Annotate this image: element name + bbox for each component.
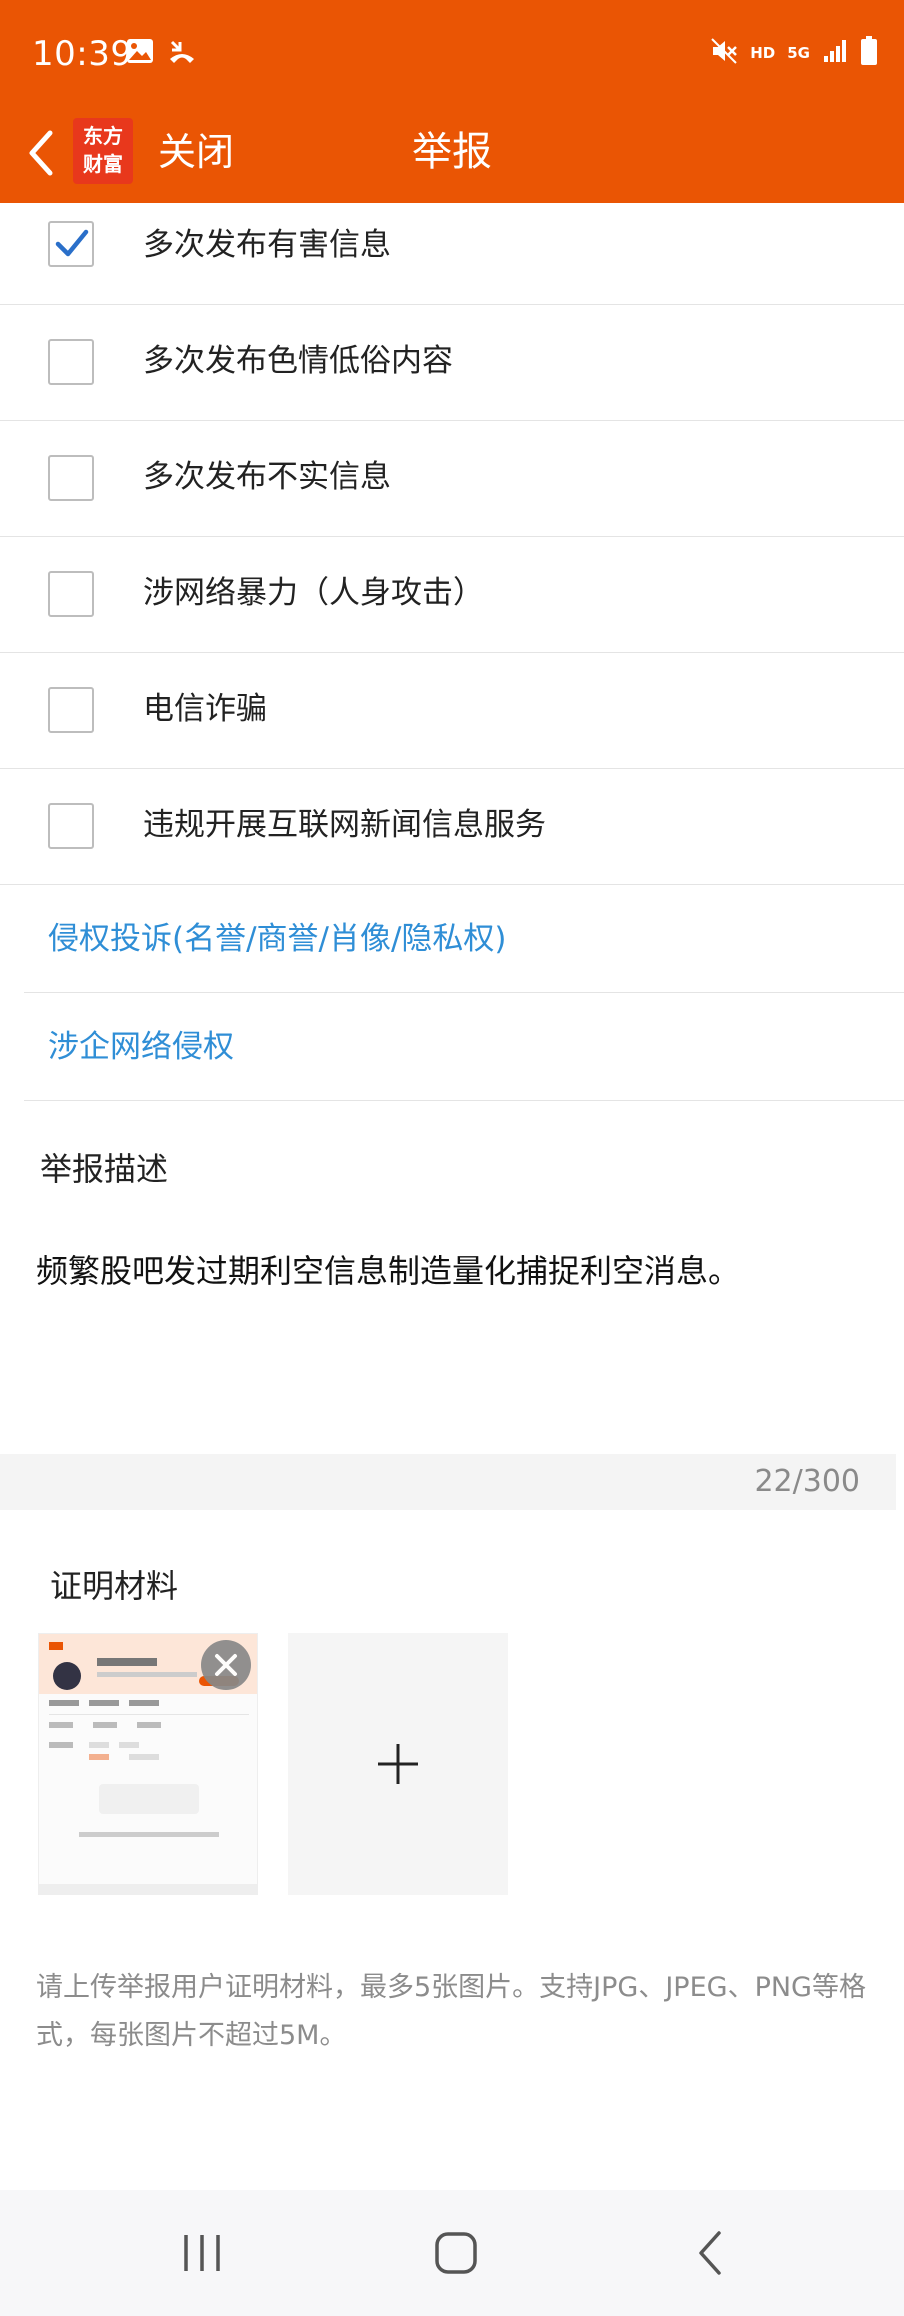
system-nav-bar <box>0 2190 904 2316</box>
status-time: 10:39 <box>32 34 133 74</box>
checkbox[interactable] <box>48 339 94 385</box>
option-label: 多次发布色情低俗内容 <box>143 343 453 379</box>
uploaded-image-thumbnail[interactable] <box>38 1633 258 1895</box>
close-icon <box>215 1654 237 1676</box>
option-telecom-fraud[interactable]: 电信诈骗 <box>0 653 904 769</box>
checkbox[interactable] <box>48 571 94 617</box>
char-counter-bar: 22/300 <box>0 1454 896 1510</box>
remove-image-button[interactable] <box>201 1640 251 1690</box>
option-label: 多次发布有害信息 <box>143 227 391 263</box>
description-title: 举报描述 <box>40 1150 169 1188</box>
5g-icon: 5G <box>787 44 810 62</box>
option-label: 违规开展互联网新闻信息服务 <box>143 807 546 843</box>
option-label: 电信诈骗 <box>143 691 267 727</box>
char-counter: 22/300 <box>754 1464 860 1499</box>
link-enterprise-infringement[interactable]: 涉企网络侵权 <box>24 993 904 1101</box>
app-header: 东方 财富 关闭 举报 <box>0 108 904 203</box>
page-title: 举报 <box>412 129 492 175</box>
link-infringement-complaint[interactable]: 侵权投诉(名誉/商誉/肖像/隐私权) <box>24 885 904 993</box>
option-false-info[interactable]: 多次发布不实信息 <box>0 421 904 537</box>
mute-icon <box>710 37 738 69</box>
option-cyberbullying[interactable]: 涉网络暴力（人身攻击） <box>0 537 904 653</box>
option-pornographic[interactable]: 多次发布色情低俗内容 <box>0 305 904 421</box>
home-button[interactable] <box>416 2220 496 2286</box>
evidence-title: 证明材料 <box>50 1567 179 1605</box>
signal-icon <box>822 38 848 68</box>
checkbox[interactable] <box>48 455 94 501</box>
checkbox[interactable] <box>48 803 94 849</box>
battery-icon <box>860 36 878 70</box>
description-value: 频繁股吧发过期利空信息制造量化捕捉利空消息。 <box>36 1252 741 1290</box>
recent-apps-button[interactable] <box>162 2220 242 2286</box>
home-icon <box>435 2232 477 2274</box>
back-icon <box>699 2231 721 2275</box>
hd-icon: HD <box>750 44 776 62</box>
missed-call-icon <box>168 38 196 68</box>
recent-apps-icon <box>184 2235 220 2271</box>
option-label: 多次发布不实信息 <box>143 459 391 495</box>
option-label: 涉网络暴力（人身攻击） <box>143 575 484 611</box>
link-label: 侵权投诉(名誉/商誉/肖像/隐私权) <box>48 921 507 957</box>
checkbox[interactable] <box>48 687 94 733</box>
checkmark-icon <box>55 229 89 257</box>
evidence-hint: 请上传举报用户证明材料，最多5张图片。支持JPG、JPEG、PNG等格式，每张图… <box>36 1972 866 2051</box>
link-label: 涉企网络侵权 <box>48 1029 234 1065</box>
add-image-button[interactable] <box>288 1633 508 1895</box>
checkbox-checked[interactable] <box>48 221 94 267</box>
plus-icon <box>378 1744 418 1784</box>
image-icon <box>126 38 154 68</box>
system-back-button[interactable] <box>670 2220 750 2286</box>
option-illegal-news-service[interactable]: 违规开展互联网新闻信息服务 <box>0 769 904 885</box>
status-bar: 10:39 HD 5G <box>0 0 904 108</box>
option-harmful-info[interactable]: 多次发布有害信息 <box>0 203 904 305</box>
